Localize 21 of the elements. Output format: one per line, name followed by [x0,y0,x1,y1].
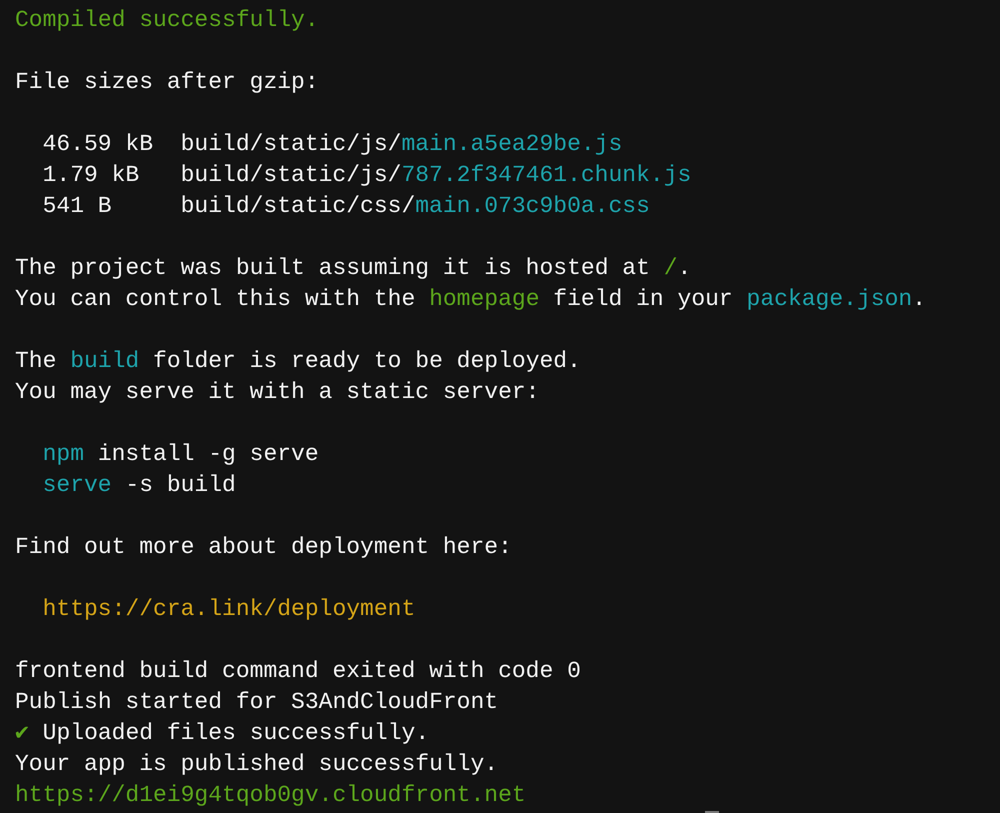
terminal-line: File sizes after gzip: [15,68,319,97]
terminal-line: Compiled successfully. [15,6,319,35]
terminal-line: You can control this with the homepage field in your package.json. [15,285,926,314]
terminal-line: Publish started for S3AndCloudFront [15,688,498,717]
terminal-line: https://cra.link/deployment [42,595,416,624]
terminal-line: https://d1ei9g4tqob0gv.cloudfront.net [15,781,526,810]
file-path: build/static/js/787.2f347461.chunk.js [180,161,692,190]
terminal-line: ✔ Uploaded files successfully. [15,719,430,748]
terminal-line: frontend build command exited with code 0 [15,657,581,686]
file-path: build/static/css/main.073c9b0a.css [180,192,650,221]
terminal-line: serve -s build [42,471,236,500]
file-path: build/static/js/main.a5ea29be.js [180,130,622,159]
terminal-line: Find out more about deployment here: [15,533,512,562]
file-size: 46.59 kB [42,130,154,159]
terminal-line: The build folder is ready to be deployed. [15,347,581,376]
file-size: 541 B [42,192,113,221]
file-size: 1.79 kB [42,161,140,190]
terminal-line: npm install -g serve [42,440,319,469]
terminal-line: Your app is published successfully. [15,750,498,779]
terminal-line: You may serve it with a static server: [15,378,540,407]
terminal-line: The project was built assuming it is hosted at /. [15,254,692,283]
